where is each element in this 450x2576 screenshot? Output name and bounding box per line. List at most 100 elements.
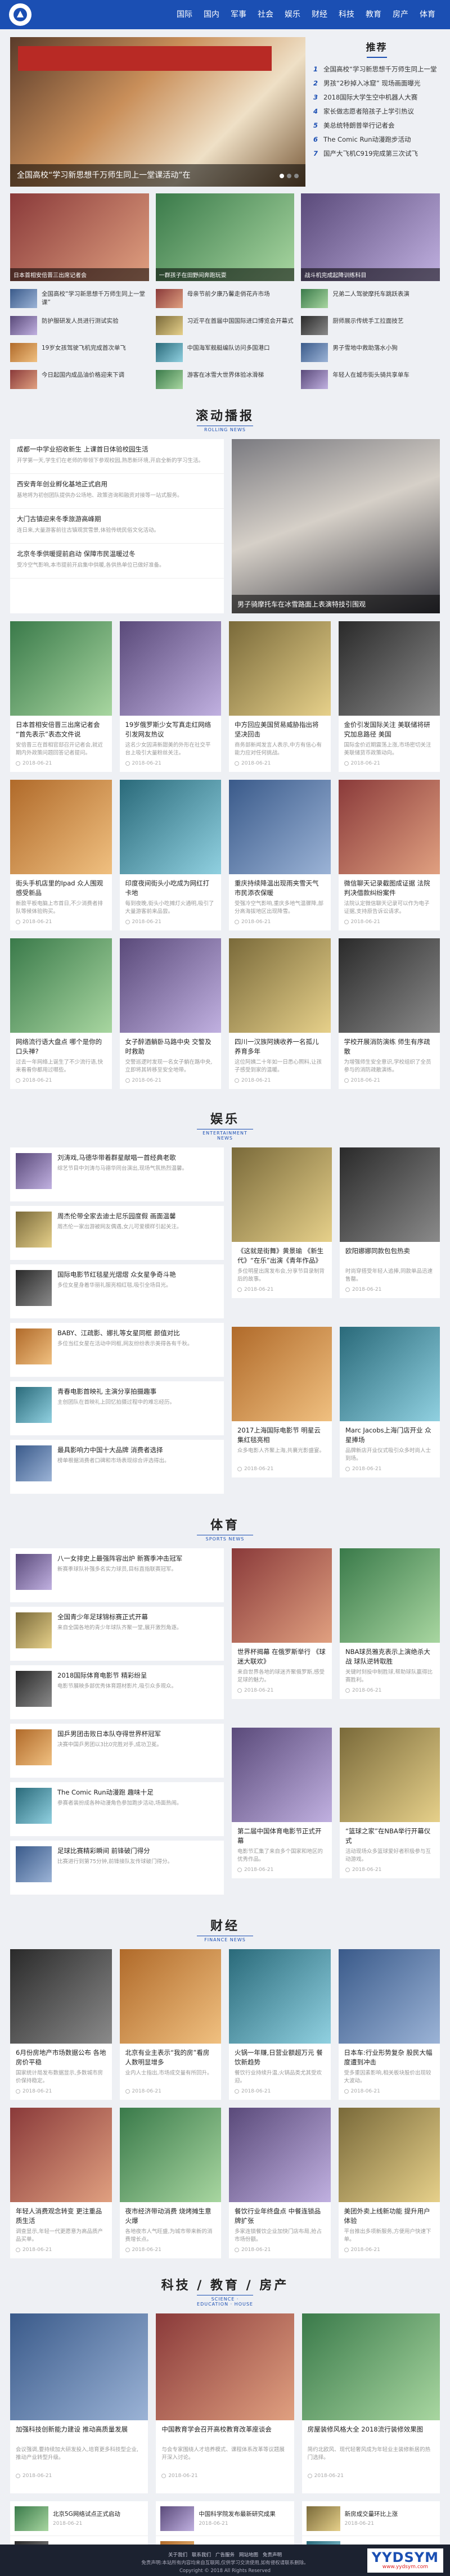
news-card[interactable]: 美团外卖上线新功能 提升用户体验 平台推出多项新服务,方便用户快速下单。 2018-… (338, 2108, 440, 2258)
news-card[interactable]: 北京有业主表示“我的房”看房人数明显增多 业内人士指出,市场成交量有所回升。 201… (119, 1949, 221, 2100)
thumbnail[interactable] (16, 1445, 52, 1481)
card-title[interactable]: 夜市经济带动消费 烧烤摊生意火爆 (125, 2207, 216, 2226)
nav-item[interactable]: 财经 (306, 0, 333, 29)
news-card[interactable]: 《这就是街舞》黄景瑜 《新生代》“在乐”出演《青年作品》 多位明星出席发布会,分享… (232, 1147, 332, 1298)
card-title[interactable]: 日本车:行业形势复杂 股民大幅度遭到冲击 (344, 2048, 435, 2067)
card-title[interactable]: NBA球员雅克表示上演绝杀大战 球队逆转取胜 (345, 1647, 434, 1666)
card-image[interactable] (119, 621, 221, 716)
recommend-link[interactable]: The Comic Run动漫跑步活动 (323, 133, 411, 147)
news-card[interactable]: 餐饮行业年终盘点 中餐连锁品牌扩张 多家连锁餐饮企业加快门店布局,抢占市场份额。 2… (229, 2108, 331, 2258)
nav-item[interactable]: 娱乐 (279, 0, 306, 29)
recommend-link[interactable]: 国产大飞机C919完成第三次试飞 (323, 147, 418, 161)
card-title[interactable]: 6月份房地产市场数据公布 各地房价平稳 (16, 2048, 106, 2067)
card-title[interactable]: 街头手机店里的Ipad 众人围观感受新品 (16, 879, 106, 898)
mini-news-item[interactable]: 中国海军舰艇编队访问多国港口 (155, 343, 295, 362)
footer-link[interactable]: 关于我们 (168, 2552, 187, 2558)
nav-item[interactable]: 国内 (198, 0, 225, 29)
list-item-title[interactable]: 最具影响力中国十大品牌 消费者选择 (57, 1445, 170, 1455)
card-title[interactable]: 美团外卖上线新功能 提升用户体验 (344, 2207, 435, 2226)
card-title[interactable]: 网络流行语大盘点 哪个是你的口头禅? (16, 1037, 106, 1056)
card-image[interactable] (119, 2108, 221, 2202)
news-card[interactable]: 印度夜间街头小吃成为网红打卡地 每到夜晚,街头小吃摊灯火通明,吸引了大量游客前来品… (119, 780, 221, 930)
list-item-title[interactable]: 八一女排史上最强阵容出炉 新赛季冲击冠军 (57, 1554, 182, 1563)
card-image[interactable] (232, 1728, 332, 1822)
card-title[interactable]: 2017上海国际电影节 明星云集红毯亮相 (237, 1426, 326, 1445)
thumbnail[interactable] (155, 370, 183, 389)
recommend-item[interactable]: 2 男孩“2秒掉入冰窟” 现场画面曝光 (313, 76, 440, 91)
list-item-title[interactable]: 全国青少年足球锦标赛正式开幕 (57, 1612, 182, 1622)
card-image[interactable] (10, 621, 112, 716)
mini-news-title[interactable]: 习近平在首届中国国际进口博览会开幕式 (187, 317, 294, 334)
card-image[interactable] (340, 1728, 440, 1822)
recommend-link[interactable]: 男孩“2秒掉入冰窟” 现场画面曝光 (323, 76, 420, 91)
card-title[interactable]: 19岁俄罗斯少女写真走红网络 引发网友热议 (125, 720, 216, 739)
card-image[interactable] (340, 1147, 440, 1242)
card-image[interactable] (338, 780, 440, 874)
card-image[interactable] (338, 621, 440, 716)
card-title[interactable]: 日本首相安倍晋三出席记者会 “首先表示”表态文件说 (16, 720, 106, 739)
thumbnail[interactable] (16, 1328, 52, 1364)
card-image[interactable] (229, 1949, 331, 2044)
card-image[interactable] (10, 938, 112, 1033)
card-title[interactable]: 印度夜间街头小吃成为网红打卡地 (125, 879, 216, 898)
thumbnail[interactable] (301, 316, 328, 335)
list-item-title[interactable]: 国乒男团击败日本队夺得世界杯冠军 (57, 1729, 162, 1739)
list-item-title[interactable]: 刘涛戏,马德华带着群星献唱一首经典老歌 (57, 1153, 187, 1163)
card-title[interactable]: 世界杯揭幕 在俄罗斯举行 《球迷大联欢》 (237, 1647, 326, 1666)
nav-item[interactable]: 房产 (387, 0, 414, 29)
card-image[interactable] (232, 1327, 332, 1421)
mini-news-item[interactable]: 厨师展示传统手工拉面技艺 (301, 316, 440, 335)
mini-news-title[interactable]: 中国海军舰艇编队访问多国港口 (187, 344, 270, 361)
mini-news-item[interactable]: 今日起国内成品油价格迎来下调 (10, 370, 149, 389)
thumbnail[interactable] (16, 1729, 52, 1765)
news-card[interactable]: 年轻人消费观念转变 更注重品质生活 调查显示,年轻一代更愿意为高品质产品买单。 20… (10, 2108, 112, 2258)
recommend-item[interactable]: 7 国产大飞机C919完成第三次试飞 (313, 147, 440, 161)
rolling-item[interactable]: 北京冬季供暖提前启动 保障市民温暖过冬 受冷空气影响,本市提前开启集中供暖,各供热… (10, 544, 224, 579)
mini-news-title[interactable]: 兄弟二人驾驶摩托车跳跃表演 (332, 290, 410, 307)
mini-news-item[interactable]: 19岁女孩驾驶飞机完成首次单飞 (10, 343, 149, 362)
slide-caption[interactable]: 全国高校“学习新思想千万师生同上一堂课活动”在 (10, 164, 305, 187)
tech-list-item[interactable]: 中国科学院发布最新研究成果 2018-06-21 (156, 2501, 294, 2536)
thumbnail[interactable] (16, 1788, 52, 1824)
nav-item[interactable]: 社会 (252, 0, 279, 29)
card-image[interactable] (232, 1147, 332, 1242)
list-item[interactable]: 全国青少年足球锦标赛正式开幕 来自全国各地的青少年球队齐聚一堂,展开激烈角逐。 (10, 1607, 224, 1661)
recommend-item[interactable]: 6 The Comic Run动漫跑步活动 (313, 133, 440, 147)
rolling-feature[interactable]: 男子骑摩托车在冰雪路面上表演特技引围观 (232, 439, 440, 613)
card-title[interactable]: 中方回应美国贸易威胁指出将坚决回击 (235, 720, 325, 739)
card-image[interactable] (10, 1949, 112, 2044)
thumbnail[interactable] (10, 289, 37, 308)
mini-news-title[interactable]: 男子雪地中救助落水小狗 (332, 344, 398, 361)
nav-item[interactable]: 军事 (225, 0, 252, 29)
list-item-title[interactable]: 足球比赛精彩瞬间 前锋破门得分 (57, 1846, 173, 1856)
news-card[interactable]: 金价引发国际关注 美联储将研究加息路径 美国 国际金价近期震荡上涨,市场密切关注美… (338, 621, 440, 772)
news-card[interactable]: 夜市经济带动消费 烧烤摊生意火爆 各地夜市人气旺盛,为城市带来新的消费增长点。 20… (119, 2108, 221, 2258)
card-image[interactable] (229, 780, 331, 874)
thumbnail[interactable] (155, 343, 183, 362)
list-item-title[interactable]: The Comic Run动漫跑 趣味十足 (57, 1788, 182, 1797)
card-image[interactable] (338, 2108, 440, 2202)
nav-item[interactable]: 教育 (360, 0, 387, 29)
list-item[interactable]: The Comic Run动漫跑 趣味十足 参赛者装扮成各种动漫角色参加跑步活动,… (10, 1782, 224, 1836)
card-image[interactable] (340, 1548, 440, 1643)
news-card[interactable]: 加强科技创新能力建设 推动高质量发展 会议强调,要持续加大研发投入,培育更多科技型… (10, 2313, 148, 2493)
mini-news-title[interactable]: 厨师展示传统手工拉面技艺 (332, 317, 403, 334)
list-item[interactable]: 2018国际体育电影节 精彩纷呈 电影节展映多部优秀体育题材影片,吸引众多观众。 (10, 1665, 224, 1719)
card-title[interactable]: 《这就是街舞》黄景瑜 《新生代》“在乐”出演《青年作品》 (237, 1246, 326, 1266)
feature-caption[interactable]: 战斗机完成起降训练科目 (301, 268, 440, 281)
recommend-link[interactable]: 家长做志愿者陪孩子上学引热议 (323, 105, 414, 119)
recommend-link[interactable]: 2018国际大学生空中机器人大赛 (323, 91, 417, 105)
feature-caption[interactable]: 一群孩子在田野间奔跑玩耍 (155, 268, 295, 281)
card-image[interactable] (10, 2313, 148, 2420)
news-card[interactable]: 6月份房地产市场数据公布 各地房价平稳 国家统计局发布数据显示,多数城市房价保持稳… (10, 1949, 112, 2100)
list-item-title[interactable]: BABY、江疏影、娜扎等女星同框 颜值对比 (57, 1328, 193, 1338)
news-card[interactable]: 街头手机店里的Ipad 众人围观感受新品 新款平板电脑上市首日,不少消费者排队等候… (10, 780, 112, 930)
list-item-title[interactable]: 周杰伦带全家去迪士尼乐园度假 画面温馨 (57, 1212, 182, 1221)
feature-image[interactable]: 一群孩子在田野间奔跑玩耍 (155, 193, 295, 281)
news-card[interactable]: 重庆持续降温出现雨夹雪天气 市民添衣保暖 受强冷空气影响,重庆多地气温骤降,部分高… (229, 780, 331, 930)
mini-news-title[interactable]: 19岁女孩驾驶飞机完成首次单飞 (42, 344, 126, 361)
tech-list-item[interactable]: 北京5G网络试点正式启动 2018-06-21 (10, 2501, 148, 2536)
list-item-title[interactable]: 青春电影首映礼 主演分享拍摄趣事 (57, 1387, 175, 1397)
news-card[interactable]: 微信聊天记录截图成证据 法院判决借款纠纷案件 法院认定微信聊天记录可以作为电子证据… (338, 780, 440, 930)
mini-news-title[interactable]: 年轻人在城市街头骑共享单车 (332, 371, 410, 388)
